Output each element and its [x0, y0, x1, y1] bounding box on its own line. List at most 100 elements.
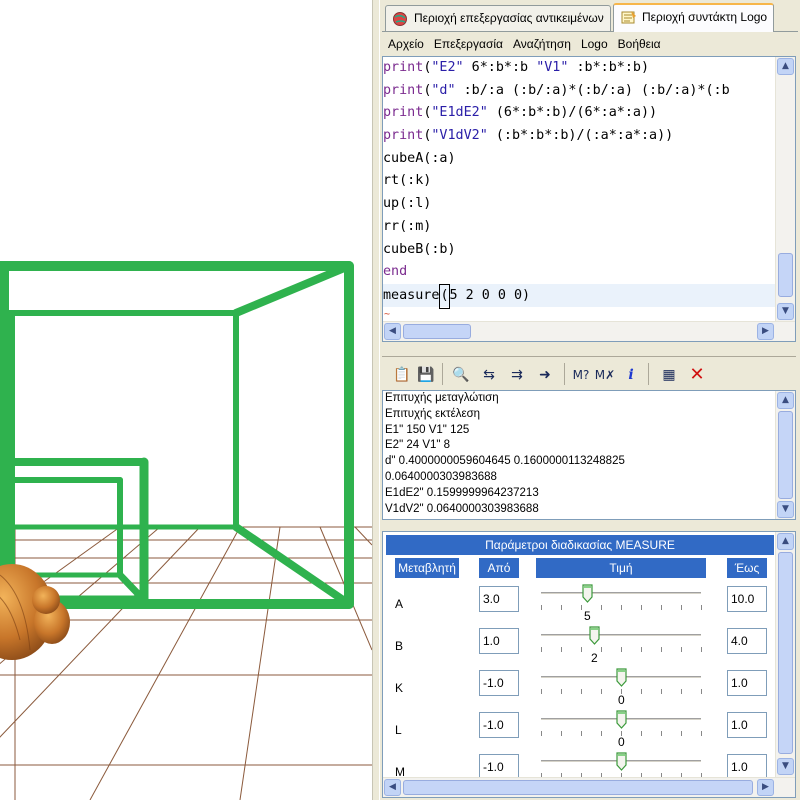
toolbar-separator: [648, 363, 649, 385]
scroll-left-button[interactable]: ◀: [384, 779, 401, 796]
3d-scene: [0, 261, 372, 800]
find-previous-icon[interactable]: ⇆: [476, 365, 502, 385]
code-line[interactable]: cubeB(:b): [383, 239, 776, 262]
slider-tick: [641, 605, 642, 610]
code-line[interactable]: rr(:m): [383, 216, 776, 239]
scroll-thumb[interactable]: [778, 253, 793, 297]
text-cursor: (: [439, 283, 450, 309]
scroll-thumb[interactable]: [403, 324, 471, 339]
toolbar: 📋 💾 🔍 ⇆ ⇉ ➜ M? M✗ i ▦ ✕: [382, 356, 796, 390]
slider-track: [541, 634, 701, 636]
from-input[interactable]: 1.0: [479, 628, 519, 654]
slider-tick: [641, 647, 642, 652]
code-text: rr(:m): [383, 218, 432, 234]
paste-icon[interactable]: 📋: [392, 365, 412, 385]
code-line[interactable]: up(:l): [383, 193, 776, 216]
measure-close-icon[interactable]: M✗: [594, 365, 616, 385]
header-to: Έως: [727, 558, 767, 578]
value-slider[interactable]: 0: [541, 709, 702, 751]
slider-thumb[interactable]: [616, 668, 627, 687]
scroll-down-button[interactable]: ▼: [777, 303, 794, 320]
menu-search[interactable]: Αναζήτηση: [513, 37, 571, 51]
menu-file[interactable]: Αρχείο: [388, 37, 424, 51]
slider-value: 0: [618, 735, 625, 749]
output-console[interactable]: Επιτυχής μεταγλώτιση Επιτυχής εκτέλεση E…: [382, 390, 796, 520]
scroll-right-button[interactable]: ▶: [757, 323, 774, 340]
code-editor[interactable]: print("E2" 6*:b*:b "V1" :b*:b*:b) print(…: [382, 56, 796, 342]
variable-name: B: [395, 639, 404, 653]
measure-hscrollbar[interactable]: ◀ ▶: [383, 777, 795, 797]
code-line[interactable]: print("d" :b/:a (:b/:a)*(:b/:a) (:b/:a)*…: [383, 80, 776, 103]
slider-thumb[interactable]: [582, 584, 593, 603]
output-vscrollbar[interactable]: ▲ ▼: [775, 391, 795, 519]
slider-thumb[interactable]: [589, 626, 600, 645]
to-input[interactable]: 10.0: [727, 586, 767, 612]
from-input[interactable]: 3.0: [479, 586, 519, 612]
output-line: E2" 24 V1" 8: [385, 439, 451, 452]
code-line[interactable]: rt(:k): [383, 170, 776, 193]
scroll-down-button[interactable]: ▼: [777, 501, 794, 518]
code-text: ("V1dV2" (:b*:b*:b)/(:a*:a*:a)): [423, 128, 674, 144]
scroll-thumb[interactable]: [778, 411, 793, 499]
output-line: E1dE2" 0.1599999964237213: [385, 486, 539, 499]
toolbar-separator: [564, 363, 565, 385]
slider-value: 5: [584, 609, 591, 623]
code-hscrollbar[interactable]: ◀ ▶: [383, 321, 795, 341]
code-text: ("E1dE2" (6*:b*:b)/(6*:a*:a)): [423, 105, 658, 121]
slider-tick: [581, 605, 582, 610]
tab-logo-editor[interactable]: Περιοχή συντάκτη Logo: [613, 3, 775, 32]
tab-object-editor[interactable]: Περιοχή επεξεργασίας αντικειμένων: [385, 5, 611, 31]
value-slider[interactable]: 0: [541, 667, 702, 709]
variable-name: K: [395, 681, 404, 695]
scroll-up-button[interactable]: ▲: [777, 533, 794, 550]
info-icon[interactable]: i: [622, 365, 640, 385]
code-line[interactable]: print("V1dV2" (:b*:b*:b)/(:a*:a*:a)): [383, 125, 776, 148]
code-vscrollbar[interactable]: ▲ ▼: [775, 57, 795, 322]
slider-tick: [681, 605, 682, 610]
to-input[interactable]: 1.0: [727, 670, 767, 696]
measure-help-icon[interactable]: M?: [570, 365, 592, 385]
slider-thumb[interactable]: [616, 752, 627, 771]
code-lines[interactable]: print("E2" 6*:b*:b "V1" :b*:b*:b) print(…: [383, 57, 776, 322]
save-icon[interactable]: 💾: [416, 365, 436, 385]
scroll-down-button[interactable]: ▼: [777, 758, 794, 775]
scroll-left-button[interactable]: ◀: [384, 323, 401, 340]
goto-line-icon[interactable]: ➜: [532, 365, 558, 385]
3d-viewport[interactable]: [0, 0, 372, 800]
from-input[interactable]: -1.0: [479, 712, 519, 738]
to-input[interactable]: 4.0: [727, 628, 767, 654]
grid-icon[interactable]: ▦: [658, 365, 680, 385]
find-next-icon[interactable]: ⇉: [504, 365, 530, 385]
slider-tick: [701, 731, 702, 736]
slider-tick: [561, 689, 562, 694]
code-line[interactable]: print("E1dE2" (6*:b*:b)/(6*:a*:a)): [383, 102, 776, 125]
code-line-current[interactable]: measure(5 2 0 0 0): [383, 283, 776, 309]
slider-tick: [661, 647, 662, 652]
menu-logo[interactable]: Logo: [581, 37, 608, 51]
slider-tick: [641, 689, 642, 694]
code-line[interactable]: print("E2" 6*:b*:b "V1" :b*:b*:b): [383, 57, 776, 80]
to-input[interactable]: 1.0: [727, 712, 767, 738]
from-input[interactable]: -1.0: [479, 670, 519, 696]
scroll-up-button[interactable]: ▲: [777, 392, 794, 409]
measure-vscrollbar[interactable]: ▲ ▼: [775, 532, 795, 777]
code-line[interactable]: cubeA(:a): [383, 148, 776, 171]
menu-edit[interactable]: Επεξεργασία: [434, 37, 503, 51]
value-slider[interactable]: 2: [541, 625, 702, 667]
scroll-right-button[interactable]: ▶: [757, 779, 774, 796]
scroll-thumb[interactable]: [778, 552, 793, 754]
slider-tick: [561, 647, 562, 652]
menu-help[interactable]: Βοήθεια: [618, 37, 661, 51]
scroll-up-button[interactable]: ▲: [777, 58, 794, 75]
slider-tick: [581, 731, 582, 736]
splitter[interactable]: [372, 0, 380, 800]
code-line[interactable]: end: [383, 261, 776, 284]
find-icon[interactable]: 🔍: [450, 365, 472, 385]
slider-tick: [541, 605, 542, 610]
scroll-thumb[interactable]: [403, 780, 753, 795]
output-lines: Επιτυχής μεταγλώτιση Επιτυχής εκτέλεση E…: [385, 391, 775, 517]
header-from: Από: [479, 558, 519, 578]
value-slider[interactable]: 5: [541, 583, 702, 625]
slider-thumb[interactable]: [616, 710, 627, 729]
close-icon[interactable]: ✕: [686, 365, 708, 385]
